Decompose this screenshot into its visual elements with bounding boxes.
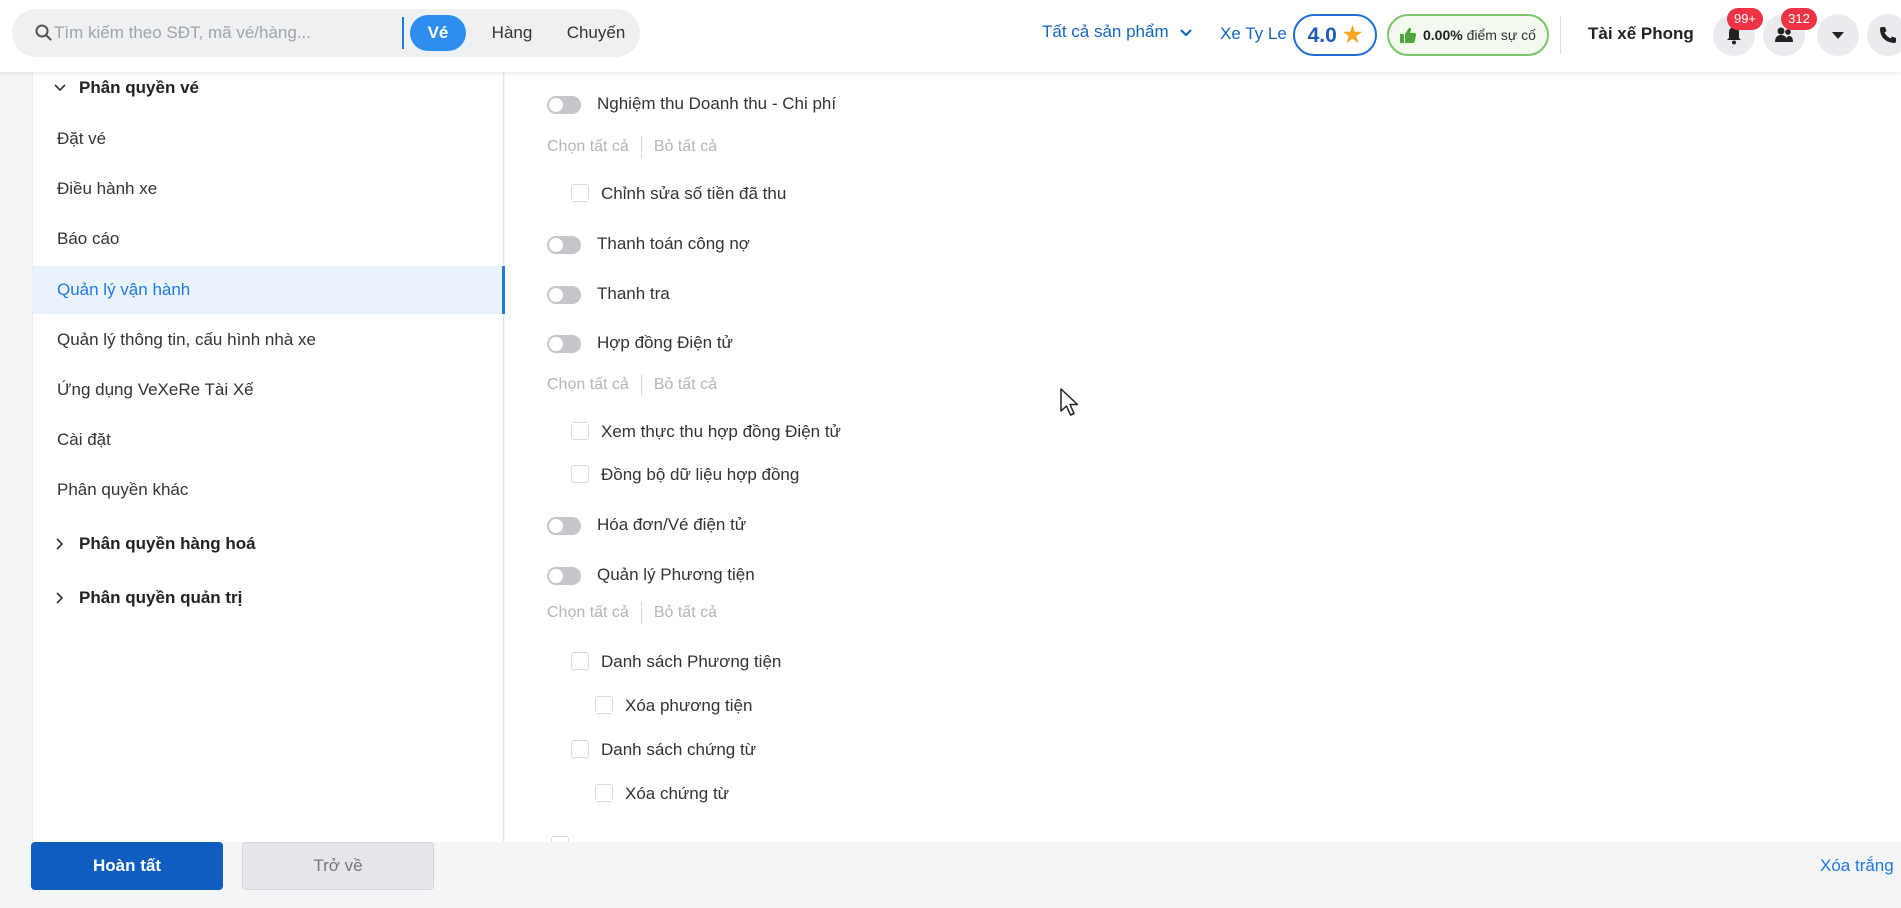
toggle-switch[interactable] <box>547 567 581 585</box>
checkbox[interactable] <box>571 465 589 483</box>
toggle-switch[interactable] <box>547 96 581 114</box>
chevron-right-icon <box>56 538 64 550</box>
company-name[interactable]: Xe Ty Le <box>1220 24 1287 44</box>
group-goods-label: Phân quyền hàng hoá <box>79 534 256 553</box>
select-all-link[interactable]: Chọn tất cả <box>547 376 629 393</box>
chevron-down-icon <box>1180 28 1193 37</box>
mouse-cursor-icon <box>1060 388 1079 416</box>
checkbox-label: Xóa phương tiện <box>625 696 753 715</box>
checkbox[interactable] <box>571 184 589 202</box>
phone-icon <box>1880 27 1896 43</box>
permission-details: Nghiệm thu Doanh thu - Chi phí Chọn tất … <box>505 72 1901 854</box>
incident-badge[interactable]: 0.00% điểm sự cố <box>1387 14 1549 56</box>
divider <box>640 136 642 158</box>
incident-percent: 0.00% <box>1423 27 1463 43</box>
deselect-all-link[interactable]: Bỏ tất cả <box>654 376 717 393</box>
toggle-label: Hóa đơn/Vé điện tử <box>597 515 747 534</box>
select-all-link[interactable]: Chọn tất cả <box>547 138 629 155</box>
toggle-label: Quản lý Phương tiện <box>597 565 755 584</box>
search-divider <box>402 17 404 49</box>
thumbs-up-icon <box>1400 27 1417 43</box>
toggle-label: Thanh tra <box>597 284 670 303</box>
driver-name[interactable]: Tài xế Phong <box>1588 24 1694 44</box>
group-goods-permissions[interactable]: Phân quyền hàng hoá <box>53 534 256 554</box>
select-actions: Chọn tất cả Bỏ tất cả <box>547 602 717 624</box>
select-all-link[interactable]: Chọn tất cả <box>547 604 629 621</box>
checkbox-label: Xem thực thu hợp đồng Điện tử <box>601 422 841 441</box>
group-ticket-label: Phân quyền vé <box>79 78 199 97</box>
top-bar: Vé Hàng Chuyến Tất cả sản phẩm Xe Ty Le … <box>0 0 1901 72</box>
deselect-all-link[interactable]: Bỏ tất cả <box>654 604 717 621</box>
divider <box>1560 16 1561 54</box>
checkbox[interactable] <box>595 784 613 802</box>
divider <box>640 602 642 624</box>
product-filter-dropdown[interactable]: Tất cả sản phẩm <box>1042 22 1193 42</box>
tab-goods[interactable]: Hàng <box>476 15 548 51</box>
product-filter-label: Tất cả sản phẩm <box>1042 22 1169 41</box>
select-actions: Chọn tất cả Bỏ tất cả <box>547 374 717 396</box>
sidebar-item-operations[interactable]: Quản lý vận hành <box>33 266 505 314</box>
toggle-label: Nghiệm thu Doanh thu - Chi phí <box>597 94 837 113</box>
toggle-label: Thanh toán công nợ <box>597 234 750 253</box>
toggle-switch[interactable] <box>547 517 581 535</box>
group-ticket-permissions[interactable]: Phân quyền vé <box>53 78 199 98</box>
contacts-badge: 312 <box>1781 8 1817 30</box>
sidebar-item-driver-app[interactable]: Ứng dụng VeXeRe Tài Xế <box>33 366 505 414</box>
sidebar-item-reports[interactable]: Báo cáo <box>33 215 505 263</box>
action-footer: Hoàn tất Trở về Xóa trắng <box>0 842 1901 908</box>
rating-badge[interactable]: 4.0 ★ <box>1293 14 1377 56</box>
checkbox-label: Chỉnh sửa số tiền đã thu <box>601 184 787 203</box>
checkbox[interactable] <box>571 652 589 670</box>
checkbox[interactable] <box>571 740 589 758</box>
checkbox[interactable] <box>595 696 613 714</box>
checkbox-label: Danh sách Phương tiện <box>601 652 782 671</box>
tab-ticket[interactable]: Vé <box>410 15 466 51</box>
star-icon: ★ <box>1342 22 1363 47</box>
incident-label: điểm sự cố <box>1466 27 1536 43</box>
search-box: Vé Hàng Chuyến <box>12 9 640 57</box>
checkbox-label: Xóa chứng từ <box>625 784 730 803</box>
sidebar-item-settings[interactable]: Cài đặt <box>33 416 505 464</box>
caret-down-icon <box>1832 32 1844 39</box>
sidebar-item-other-permissions[interactable]: Phân quyền khác <box>33 466 505 514</box>
select-actions: Chọn tất cả Bỏ tất cả <box>547 136 717 158</box>
done-button[interactable]: Hoàn tất <box>31 842 223 890</box>
call-button[interactable] <box>1867 14 1901 56</box>
group-admin-label: Phân quyền quản trị <box>79 588 243 607</box>
checkbox[interactable] <box>571 422 589 440</box>
chevron-right-icon <box>56 592 64 604</box>
notifications-button[interactable]: 99+ <box>1713 8 1763 56</box>
toggle-label: Hợp đồng Điện tử <box>597 333 733 352</box>
deselect-all-link[interactable]: Bỏ tất cả <box>654 138 717 155</box>
sidebar-item-company-config[interactable]: Quản lý thông tin, cấu hình nhà xe <box>33 316 505 364</box>
notifications-badge: 99+ <box>1727 8 1763 30</box>
chevron-down-icon <box>54 84 66 92</box>
account-menu-button[interactable] <box>1817 14 1859 56</box>
checkbox-label: Đồng bộ dữ liệu hợp đồng <box>601 465 800 484</box>
group-admin-permissions[interactable]: Phân quyền quản trị <box>53 588 242 608</box>
sidebar-item-booking[interactable]: Đặt vé <box>33 115 505 163</box>
back-button[interactable]: Trở về <box>242 842 434 890</box>
toggle-switch[interactable] <box>547 236 581 254</box>
divider <box>640 374 642 396</box>
toggle-switch[interactable] <box>547 286 581 304</box>
contacts-button[interactable]: 312 <box>1763 8 1817 56</box>
permission-sidebar: Phân quyền vé Đặt vé Điều hành xe Báo cá… <box>32 72 505 842</box>
clear-link[interactable]: Xóa trắng <box>1820 856 1894 876</box>
search-icon <box>35 24 52 41</box>
search-input[interactable] <box>54 21 404 45</box>
checkbox-label: Danh sách chứng từ <box>601 740 757 759</box>
tab-trips[interactable]: Chuyến <box>554 15 638 51</box>
sidebar-item-trip-dispatch[interactable]: Điều hành xe <box>33 165 505 213</box>
toggle-switch[interactable] <box>547 335 581 353</box>
rating-value: 4.0 <box>1307 24 1337 47</box>
